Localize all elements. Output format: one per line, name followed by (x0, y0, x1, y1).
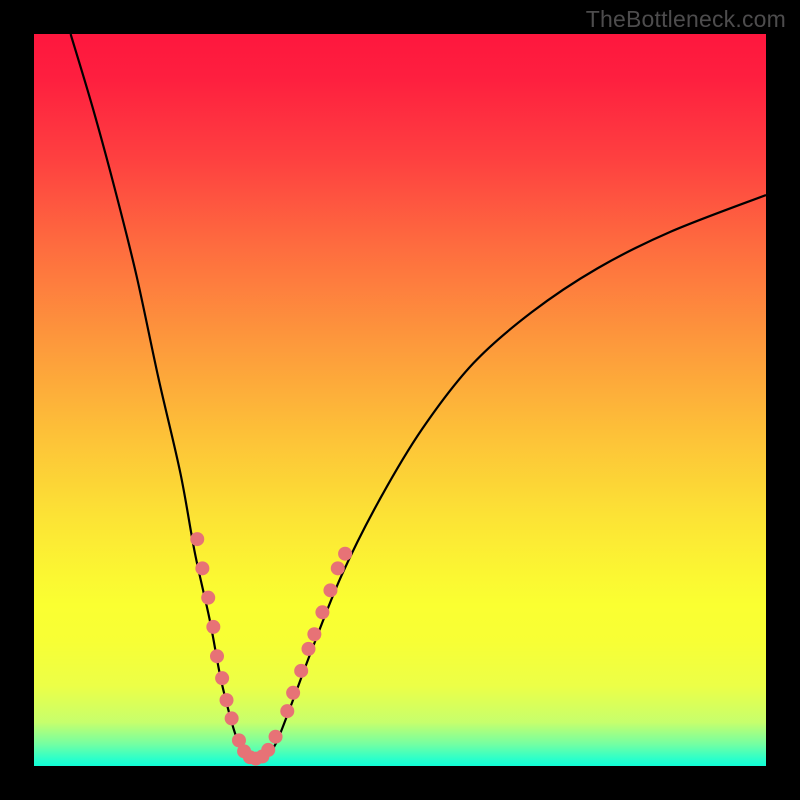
marker-dot (206, 620, 220, 634)
sample-markers (34, 34, 766, 766)
marker-dot (220, 693, 234, 707)
marker-dot (225, 711, 239, 725)
marker-dot (294, 664, 308, 678)
plot-area (34, 34, 766, 766)
marker-dot (215, 671, 229, 685)
marker-dot (307, 627, 321, 641)
marker-dot (280, 704, 294, 718)
marker-dot (190, 532, 204, 546)
marker-dot (195, 561, 209, 575)
marker-dot (302, 642, 316, 656)
marker-dot (210, 649, 224, 663)
marker-dot (323, 583, 337, 597)
marker-dot (331, 561, 345, 575)
watermark-label: TheBottleneck.com (586, 6, 786, 33)
marker-dot (286, 686, 300, 700)
marker-dot (201, 591, 215, 605)
marker-dot (338, 547, 352, 561)
marker-dot (269, 730, 283, 744)
marker-dot (261, 743, 275, 757)
marker-dot (315, 605, 329, 619)
chart-container: TheBottleneck.com (0, 0, 800, 800)
